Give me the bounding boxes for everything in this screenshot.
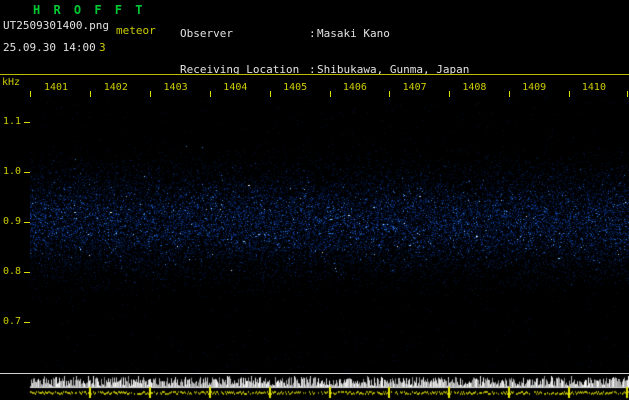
freq-tick-label: 1.0 (3, 166, 22, 177)
info-row-observer: Observer:Masaki Kano (180, 27, 542, 40)
freq-tick-label: 0.7 (3, 316, 22, 327)
output-filename: UT2509301400.png (3, 19, 109, 32)
time-tick-label: 1401 (44, 82, 69, 93)
freq-tick-label: 1.1 (3, 116, 22, 127)
freq-unit-label: kHz (2, 77, 21, 88)
time-tick-label: 1406 (342, 82, 367, 93)
band-mode-label: meteor (116, 24, 156, 37)
app-title: H R O F F T (33, 3, 146, 17)
freq-tick-label: 0.9 (3, 216, 22, 227)
time-tick-label: 1404 (223, 82, 248, 93)
info-separator: : (309, 27, 316, 40)
datetime-label: 25.09.30 14:00 (3, 41, 96, 54)
time-tick-label: 1410 (581, 82, 606, 93)
spectrogram-canvas (30, 97, 629, 372)
signal-level-strip-canvas (0, 374, 629, 400)
header-divider (0, 74, 629, 75)
info-label: Observer (180, 27, 233, 40)
time-tick-label: 1407 (402, 82, 427, 93)
freq-tick-label: 0.8 (3, 266, 22, 277)
time-tick-label: 1402 (103, 82, 128, 93)
time-axis-labels: 1401 1402 1403 1404 1405 1406 1407 1408 … (44, 83, 606, 93)
time-tick-label: 1405 (283, 82, 308, 93)
time-tick-label: 1403 (163, 82, 188, 93)
hrofft-output-window: H R O F F T UT2509301400.png meteor 25.0… (0, 0, 629, 400)
time-tick-label: 1408 (462, 82, 487, 93)
time-tick-label: 1409 (522, 82, 547, 93)
info-value: Masaki Kano (317, 27, 390, 40)
echo-count: 3 (99, 41, 106, 54)
